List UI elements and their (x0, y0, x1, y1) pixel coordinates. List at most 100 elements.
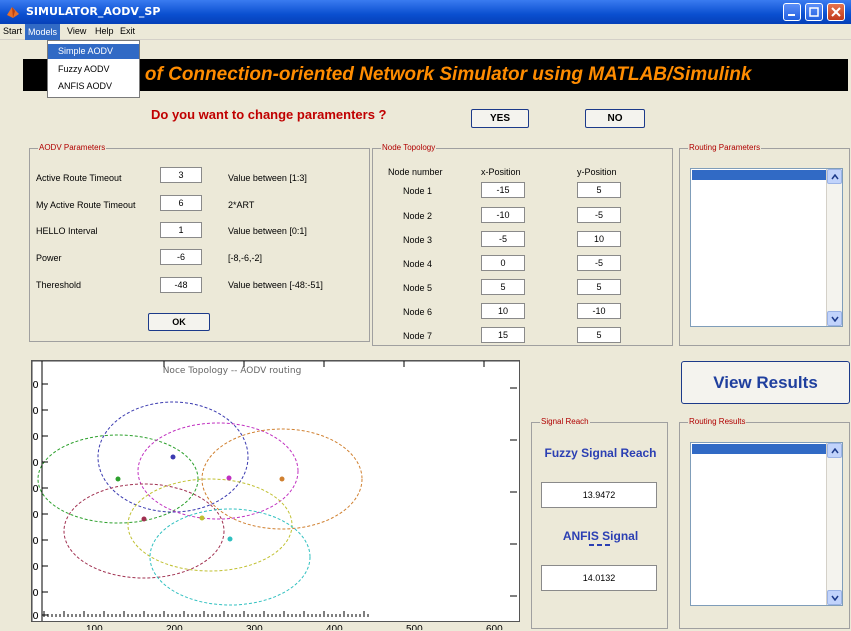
power-input[interactable]: -6 (160, 249, 202, 265)
menu-fuzzy-aodv[interactable]: Fuzzy AODV (48, 62, 139, 77)
node-topology-panel: Node Topology Node number x-Position y-P… (372, 143, 673, 346)
scroll-down-button[interactable] (827, 311, 842, 326)
close-icon (831, 7, 841, 17)
param-hint: [-8,-6,-2] (228, 253, 263, 263)
node-y-input[interactable]: 10 (577, 231, 621, 247)
param-label: Thereshold (36, 280, 82, 290)
node-y-input[interactable]: -5 (577, 207, 621, 223)
x-tick-label: 600 (486, 624, 503, 630)
window-title: SIMULATOR_AODV_SP (26, 5, 161, 18)
menu-help[interactable]: Help (95, 26, 114, 36)
node-marker (115, 476, 121, 482)
node-marker (226, 475, 232, 481)
node-y-input[interactable]: 5 (577, 279, 621, 295)
hello-interval-input[interactable]: 1 (160, 222, 202, 238)
minimize-button[interactable] (783, 3, 801, 21)
node-x-input[interactable]: 0 (481, 255, 525, 271)
anfis-signal-reach-value: 14.0132 (541, 565, 657, 591)
aodv-parameters-panel: AODV Parameters Active Route Timeout 3 V… (29, 143, 370, 342)
node-x-input[interactable]: -15 (481, 182, 525, 198)
node-label: Node 4 (403, 259, 433, 269)
node-marker (199, 515, 205, 521)
menu-view[interactable]: View (67, 26, 86, 36)
models-dropdown: Simple AODV Fuzzy AODV ANFIS AODV (47, 40, 140, 98)
node-marker (170, 454, 176, 460)
node-y-input[interactable]: 5 (577, 327, 621, 343)
plot-title: Noce Topology -- AODV routing (163, 366, 302, 376)
node-x-input[interactable]: -10 (481, 207, 525, 223)
ok-button[interactable]: OK (148, 313, 210, 331)
y-tick-label: 50 (32, 484, 39, 495)
scrollbar[interactable] (826, 443, 842, 605)
selected-row[interactable] (692, 444, 826, 454)
routing-results-list[interactable] (690, 442, 843, 606)
routing-results-panel: Routing Results (679, 417, 850, 629)
yes-button[interactable]: YES (471, 109, 529, 128)
node-marker (227, 536, 233, 542)
my-active-route-timeout-input[interactable]: 6 (160, 195, 202, 211)
y-tick-label: 50 (32, 588, 39, 599)
y-tick-label: 00 (32, 406, 39, 417)
param-label: Active Route Timeout (36, 173, 122, 183)
node-x-input[interactable]: -5 (481, 231, 525, 247)
y-tick-label: 50 (32, 432, 39, 443)
threshold-input[interactable]: -48 (160, 277, 202, 293)
menu-anfis-aodv[interactable]: ANFIS AODV (48, 79, 139, 94)
node-y-input[interactable]: 5 (577, 182, 621, 198)
minimize-icon (788, 14, 795, 16)
maximize-button[interactable] (805, 3, 823, 21)
main-area: n of Connection-oriented Network Simulat… (11, 41, 851, 631)
change-params-question: Do you want to change paramenters ? (151, 107, 387, 122)
x-tick-label: 100 (86, 624, 103, 630)
node-x-input[interactable]: 15 (481, 327, 525, 343)
node-y-input[interactable]: -10 (577, 303, 621, 319)
routing-results-title: Routing Results (688, 417, 747, 426)
matlab-app-icon (7, 7, 19, 18)
x-tick-label: 400 (326, 624, 343, 630)
scrollbar[interactable] (826, 169, 842, 326)
node-range-circle (137, 422, 299, 520)
node-label: Node 7 (403, 331, 433, 341)
anfis-signal-label-clipped (587, 544, 617, 548)
signal-reach-panel: Signal Reach Fuzzy Signal Reach 13.9472 … (531, 417, 668, 629)
node-x-input[interactable]: 5 (481, 279, 525, 295)
x-tick-label: 200 (166, 624, 183, 630)
node-y-input[interactable]: -5 (577, 255, 621, 271)
param-label: My Active Route Timeout (36, 200, 136, 210)
routing-parameters-list[interactable] (690, 168, 843, 327)
menu-simple-aodv[interactable]: Simple AODV (48, 44, 139, 59)
scroll-up-button[interactable] (827, 169, 842, 184)
y-tick-label: 00 (32, 510, 39, 521)
topology-plot: Noce Topology -- AODV routing 50 00 50 00 50… (31, 360, 520, 622)
node-marker (279, 476, 285, 482)
chevron-up-icon (831, 448, 839, 454)
menu-exit[interactable]: Exit (120, 26, 135, 36)
node-label: Node 6 (403, 307, 433, 317)
fuzzy-signal-reach-value: 13.9472 (541, 482, 657, 508)
scroll-up-button[interactable] (827, 443, 842, 458)
param-hint: Value between [0:1] (228, 226, 307, 236)
y-tick-label: 00 (32, 562, 39, 573)
no-button[interactable]: NO (585, 109, 645, 128)
header-node-number: Node number (388, 167, 443, 177)
scroll-down-button[interactable] (827, 590, 842, 605)
node-topology-title: Node Topology (381, 143, 437, 152)
maximize-icon (809, 7, 819, 17)
close-button[interactable] (827, 3, 845, 21)
node-label: Node 5 (403, 283, 433, 293)
y-tick-label: 50 (32, 536, 39, 547)
node-label: Node 1 (403, 186, 433, 196)
node-x-input[interactable]: 10 (481, 303, 525, 319)
chevron-up-icon (831, 174, 839, 180)
view-results-button[interactable]: View Results (681, 361, 850, 404)
title-banner: n of Connection-oriented Network Simulat… (23, 59, 848, 91)
menu-models[interactable]: Models (25, 24, 61, 40)
active-route-timeout-input[interactable]: 3 (160, 167, 202, 183)
fuzzy-signal-reach-label: Fuzzy Signal Reach (544, 446, 657, 460)
header-y-position: y-Position (577, 167, 617, 177)
topology-plot-svg: Noce Topology -- AODV routing 50 00 50 00 50… (32, 361, 519, 621)
y-tick-label: 00 (32, 458, 39, 469)
menu-start[interactable]: Start (3, 26, 22, 36)
selected-row[interactable] (692, 170, 826, 180)
node-label: Node 2 (403, 211, 433, 221)
